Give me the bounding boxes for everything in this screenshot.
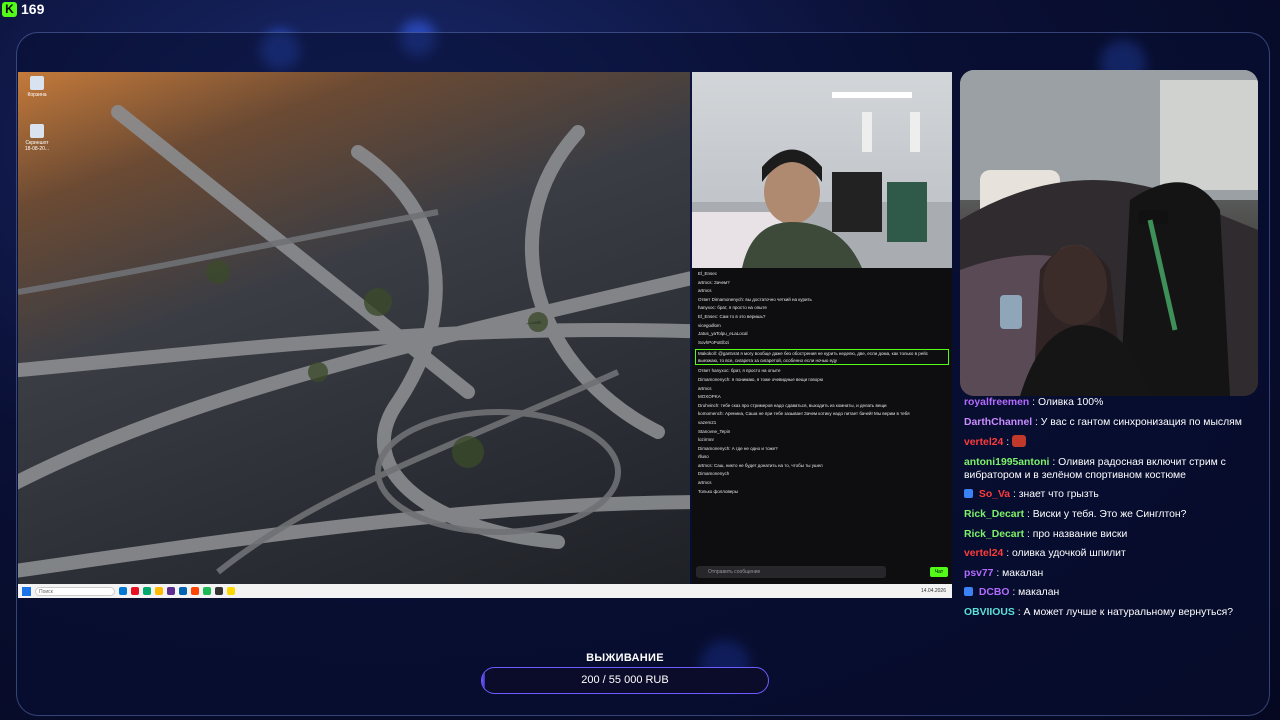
taskbar-app-icon[interactable] [155,587,163,595]
embedded-chat-line: Druhvinch: тебе сказ про стримеров надо … [698,402,887,408]
taskbar-app-icon[interactable] [131,587,139,595]
chat-message: So_Va : знает что грызть [964,488,1264,501]
embedded-chat-input[interactable]: Отправить сообщение [696,566,886,578]
chat-username[interactable]: royalfreemen [964,397,1029,408]
chat-message: royalfreemen : Оливка 100% [964,396,1264,409]
embedded-chat-line: vicegodlom [698,322,721,328]
embedded-chat-panel: El_Ensec artmcs: Зачем? artmcs Ответ Dim… [692,268,952,584]
kick-logo-icon: K [2,1,17,17]
chat-message: OBVIIOUS : А может лучше к натуральному … [964,606,1264,619]
webcam-scene [960,70,1258,396]
chat-username[interactable]: psv77 [964,568,993,579]
desktop-icon-label: Скриншот 18-08-20... [24,140,50,152]
embedded-chat-line: Dimamonenych: я понимаю, я тоже очевидны… [698,376,824,382]
windows-taskbar: Поиск 14.04.2026 [18,584,952,598]
embedded-chat-line: Jatus_yaTolpu_eLaLocal [698,331,748,337]
desktop-icon-label: Корзина [27,92,47,98]
embedded-chat-line: SovhPoPoElbzi [698,339,730,345]
chat-username[interactable]: So_Va [979,489,1010,500]
demon-emote-icon [1011,435,1026,448]
subscriber-badge-icon [964,489,973,499]
chat-text: макалан [1002,567,1044,579]
highway-wallpaper [18,105,690,578]
desktop-icon-recycle-bin[interactable]: Корзина [22,76,52,98]
windows-start-icon[interactable] [22,586,31,596]
chat-message: vertel24 : [964,435,1264,449]
embedded-chat-line: Ответ hanyxoc: брат, я просто на опыте [698,368,781,374]
viewer-count: 169 [21,1,45,17]
chat-message: psv77 : макалан [964,567,1264,580]
embedded-chat-line: Stanovne_Tepin [698,428,731,434]
chat-username[interactable]: antoni1995antoni [964,457,1049,468]
chat-username[interactable]: Rick_Decart [964,509,1024,520]
embedded-chat-line: Только фолловеры [698,488,739,494]
chat-message: Rick_Decart : про название виски [964,528,1264,541]
chat-message: DCBO : макалан [964,586,1264,599]
chat-message: Rick_Decart : Виски у тебя. Это же Сингл… [964,508,1264,521]
chat-text: Оливка 100% [1037,397,1104,408]
viewer-count-badge: K 169 [2,1,44,17]
taskbar-app-icon[interactable] [203,587,211,595]
embedded-chat-line: rlluso [698,454,709,460]
taskbar-search-box[interactable]: Поиск [35,586,115,596]
embedded-streamer-scene [692,92,952,268]
webcam-feed [960,70,1258,396]
embedded-chat-line: artmcs [698,480,712,486]
embedded-chat-line: Dimamonenych: А где не одно и тоже? [698,445,778,451]
embedded-chat-line: artmcs [698,288,712,294]
screenshot-file-icon [30,124,44,138]
chat-text: Виски у тебя. Это же Синглтон? [1032,508,1187,520]
embedded-chat-line: El_Ensec: Сам то в это веришь? [698,313,766,319]
chat-username[interactable]: DCBO [979,587,1010,598]
chat-username[interactable]: Rick_Decart [964,529,1024,540]
goal-title: ВЫЖИВАНИЕ [586,652,664,664]
taskbar-app-icon[interactable] [215,587,223,595]
taskbar-app-icon[interactable] [143,587,151,595]
goal-progress-bar: 200 / 55 000 RUB [481,667,769,694]
chat-message: DarthChannel : У вас с гантом синхрониза… [964,416,1264,429]
embedded-chat-line: komomench: Аренина, Саша не при тебе заз… [698,411,910,417]
chat-username[interactable]: OBVIIOUS [964,607,1015,618]
chat-username[interactable]: DarthChannel [964,417,1032,428]
chat-message: vertel24 : оливка удочкой шпилит [964,547,1264,560]
embedded-chat-line: artmcs [698,385,712,391]
desktop-icon-screenshot[interactable]: Скриншот 18-08-20... [22,124,52,152]
embedded-chat-line: lozirmnr [698,437,715,443]
embedded-chat-highlighted-line: Makokoll: @gantvrat я могу вообще даже б… [695,349,949,366]
embedded-chat-line: MOXOPKA [698,394,721,400]
chat-text: знает что грызть [1018,489,1099,501]
subscriber-badge-icon [964,587,973,597]
chat-username[interactable]: vertel24 [964,437,1003,448]
embedded-chat-send-button[interactable]: Чат [930,567,948,577]
chat-text: А может лучше к натуральному вернуться? [1023,606,1234,618]
embedded-chat-line: Dimamonenych [698,471,730,477]
chat-text: про название виски [1032,528,1128,540]
embedded-chat-line: artmcs: Саш, никто не будет донатить на … [698,462,823,468]
taskbar-app-icon[interactable] [179,587,187,595]
recycle-bin-icon [30,76,44,90]
taskbar-clock: 14.04.2026 [920,588,946,594]
embedded-chat-line: hanyxoc: брат, я просто на опыте [698,305,767,311]
taskbar-app-icon[interactable] [119,587,127,595]
chat-message: antoni1995antoni : Оливия радосная включ… [964,456,1264,482]
embedded-chat-line: vazem21 [698,419,717,425]
taskbar-app-icon[interactable] [167,587,175,595]
chat-username[interactable]: vertel24 [964,548,1003,559]
embedded-chat-line: artmcs: Зачем? [698,279,730,285]
chat-text: У вас с гантом синхронизация по мыслям [1040,416,1242,428]
taskbar-app-icon[interactable] [191,587,199,595]
embedded-chat-line: Ответ Dimamonenych: вы достаточно четкий… [698,296,812,302]
taskbar-app-icon[interactable] [227,587,235,595]
embedded-chat-line: El_Ensec [698,271,718,276]
chat-text: макалан [1018,587,1060,599]
chat-panel: royalfreemen : Оливка 100% DarthChannel … [964,396,1264,646]
chat-text: оливка удочкой шпилит [1011,548,1126,560]
embedded-stream-video [692,72,952,268]
goal-progress-text: 200 / 55 000 RUB [581,674,669,686]
desktop-capture: Корзина Скриншот 18-08-20... [18,72,690,584]
